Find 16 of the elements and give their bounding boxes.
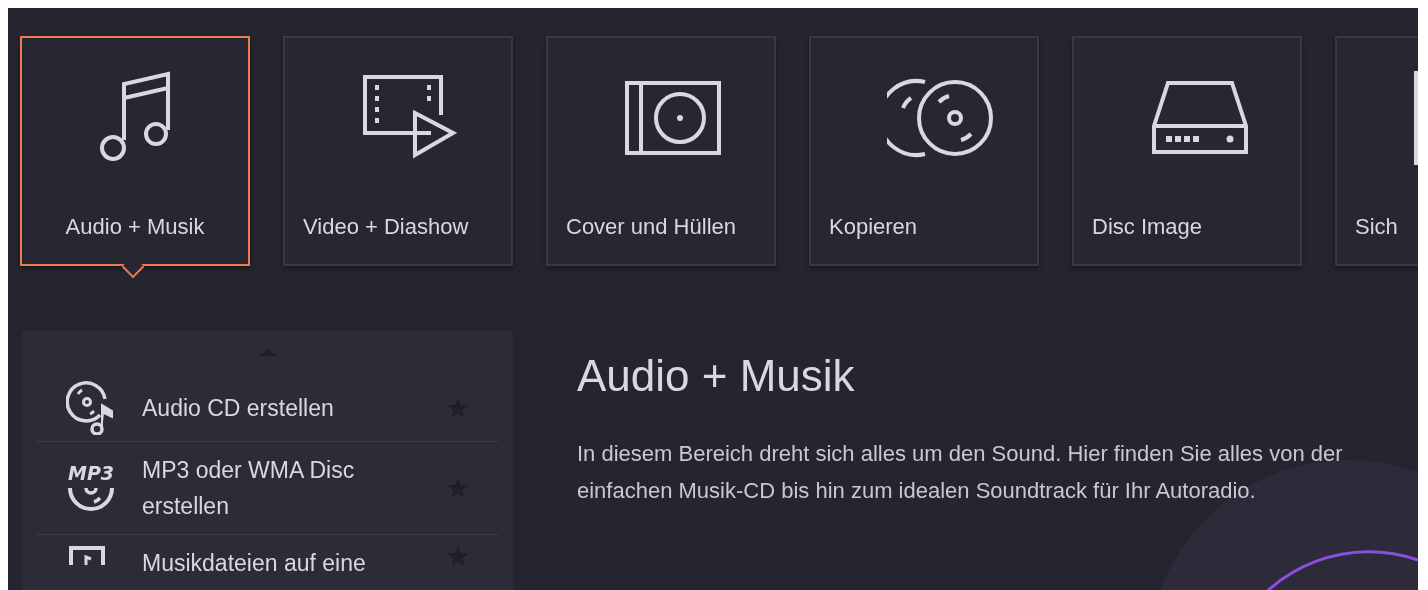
music-file-icon: [66, 545, 108, 565]
task-link[interactable]: Audio CD erstellen: [142, 389, 447, 426]
category-tile[interactable]: Disc Image: [1072, 36, 1302, 266]
category-tile[interactable]: Sich: [1335, 36, 1418, 266]
task-link[interactable]: MP3 oder WMA Disc erstellen: [142, 452, 447, 524]
disc-drive-icon: [1150, 80, 1250, 156]
section-description: In diesem Bereich dreht sich alles um den Sound. Hier finden Sie alles von der einfachen Musik-CD bis hin zum idealen Soundtrack für Ihr Autoradio.: [577, 440, 1344, 505]
category-tile[interactable]: Cover und Hüllen: [546, 36, 776, 266]
two-discs-icon: [887, 78, 995, 158]
category-tile[interactable]: Audio + Musik: [20, 36, 250, 266]
section-title: Audio + Musik: [577, 351, 856, 401]
task-link[interactable]: Musikdateien auf eine: [142, 545, 447, 581]
cd-case-icon: [624, 80, 722, 156]
category-tile[interactable]: Kopieren: [809, 36, 1039, 266]
category-tile[interactable]: Video + Diashow: [283, 36, 513, 266]
cd-note-icon: [66, 380, 114, 435]
